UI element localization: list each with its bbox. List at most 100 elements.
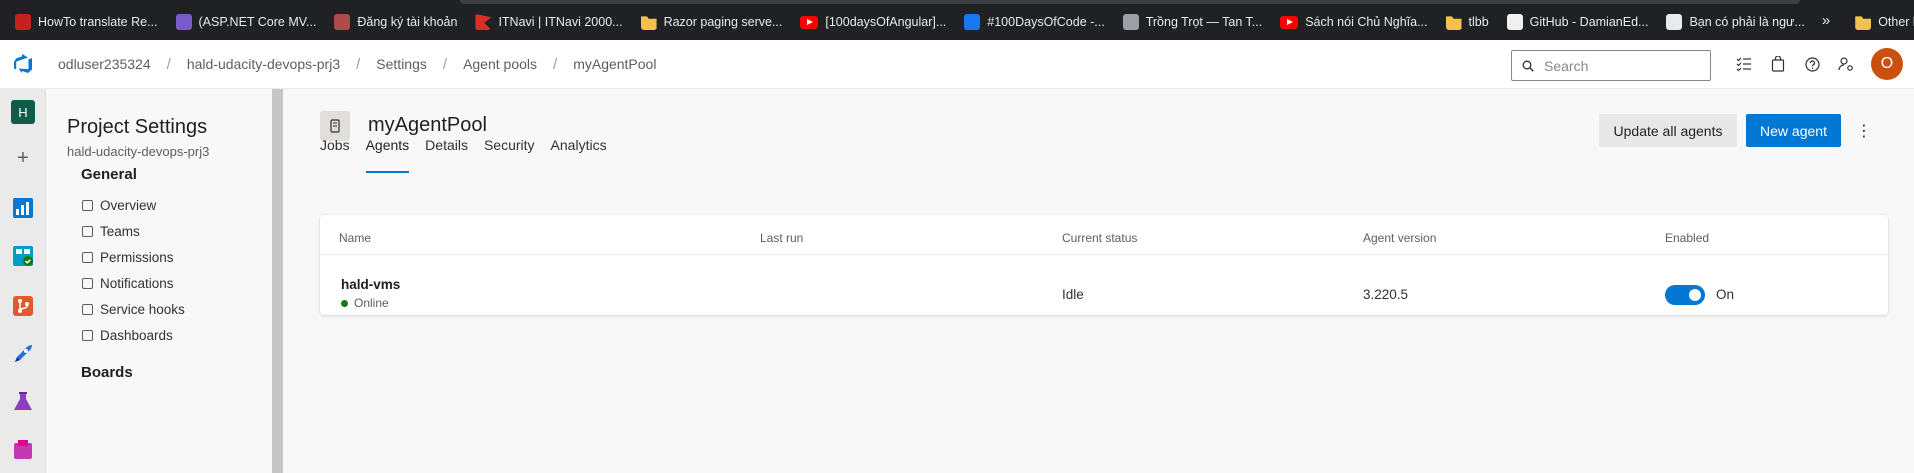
bookmark-item[interactable]: GitHub - DamianEd...	[1498, 8, 1658, 36]
boards-icon[interactable]	[11, 244, 35, 268]
sidebar-scrollbar[interactable]	[272, 89, 283, 473]
facebook-icon	[964, 14, 981, 30]
page-title: myAgentPool	[368, 114, 487, 136]
azure-devops-logo-icon[interactable]	[0, 40, 46, 88]
flag-icon	[475, 14, 492, 30]
service-hooks-icon	[82, 304, 93, 315]
sidebar-item-dashboards[interactable]: Dashboards	[82, 328, 173, 343]
marketplace-bag-icon[interactable]	[1767, 53, 1789, 75]
globe-icon	[1122, 14, 1139, 30]
folder-icon	[640, 16, 657, 30]
doc-icon	[1666, 14, 1683, 30]
column-header-agent-version[interactable]: Agent version	[1363, 231, 1436, 245]
dashboards-icon	[82, 330, 93, 341]
bookmark-item[interactable]: Razor paging serve...	[632, 8, 792, 36]
sidebar-title: Project Settings	[67, 116, 208, 138]
bookmark-item[interactable]: tlbb	[1437, 8, 1498, 36]
more-actions-icon[interactable]: ⋮	[1856, 119, 1872, 143]
new-agent-button[interactable]: New agent	[1746, 114, 1841, 147]
column-header-current-status[interactable]: Current status	[1062, 231, 1137, 245]
header-divider	[320, 254, 1888, 255]
work-items-icon[interactable]	[1733, 53, 1755, 75]
main-content: myAgentPool Update all agents New agent …	[283, 89, 1914, 473]
sidebar-item-overview[interactable]: Overview	[82, 198, 156, 213]
github-icon	[1506, 14, 1523, 30]
folder-icon	[1855, 16, 1872, 30]
breadcrumb-pool[interactable]: myAgentPool	[573, 56, 656, 72]
agents-table: Name Last run Current status Agent versi…	[320, 215, 1888, 315]
breadcrumb-agent-pools[interactable]: Agent pools	[463, 56, 537, 72]
agent-status: Idle	[1062, 287, 1084, 302]
bookmark-item[interactable]: Đăng ký tài khoản	[325, 8, 466, 36]
tab-details[interactable]: Details	[425, 137, 468, 167]
add-icon[interactable]: +	[11, 146, 35, 170]
bookmark-item[interactable]: Sách nói Chủ Nghĩa...	[1271, 8, 1436, 36]
app-header: odluser235324 / hald-udacity-devops-prj3…	[0, 40, 1914, 89]
artifacts-icon[interactable]	[11, 438, 35, 462]
youtube-icon	[1280, 15, 1299, 29]
sidebar-item-permissions[interactable]: Permissions	[82, 250, 174, 265]
bookmark-item[interactable]: Trồng Trọt — Tan T...	[1114, 8, 1272, 36]
agent-name[interactable]: hald-vms	[341, 277, 400, 292]
repos-icon[interactable]	[11, 294, 35, 318]
section-boards[interactable]: Boards	[81, 364, 133, 381]
enabled-toggle[interactable]	[1665, 285, 1705, 305]
service-rail: H +	[0, 89, 46, 473]
agent-version: 3.220.5	[1363, 287, 1409, 302]
breadcrumb: odluser235324 / hald-udacity-devops-prj3…	[58, 56, 656, 73]
tab-strip-edge	[460, 0, 1800, 4]
permissions-icon	[82, 252, 93, 263]
test-plans-icon[interactable]	[11, 390, 35, 414]
agent-state: Online	[341, 296, 389, 310]
sidebar-item-notifications[interactable]: Notifications	[82, 276, 174, 291]
pipelines-icon[interactable]	[11, 342, 35, 366]
folder-icon	[1445, 16, 1462, 30]
column-header-name[interactable]: Name	[339, 231, 371, 245]
bookmark-item[interactable]: Bạn có phải là ngư...	[1657, 8, 1813, 36]
breadcrumb-separator: /	[442, 55, 448, 73]
enabled-label: On	[1716, 287, 1735, 302]
settings-sidebar: Project Settings hald-udacity-devops-prj…	[46, 89, 272, 473]
bookmark-item[interactable]: [100daysOfAngular]...	[791, 8, 955, 36]
column-header-last-run[interactable]: Last run	[760, 231, 803, 245]
column-header-enabled[interactable]: Enabled	[1665, 231, 1709, 245]
breadcrumb-organization[interactable]: odluser235324	[58, 56, 151, 72]
bookmark-item[interactable]: #100DaysOfCode -...	[955, 8, 1113, 36]
tab-security[interactable]: Security	[484, 137, 535, 167]
notifications-icon	[82, 278, 93, 289]
avatar[interactable]: O	[1871, 48, 1903, 80]
tab-analytics[interactable]: Analytics	[551, 137, 607, 167]
youtube-icon	[800, 15, 819, 29]
sidebar-item-teams[interactable]: Teams	[82, 224, 140, 239]
sidebar-item-service-hooks[interactable]: Service hooks	[82, 302, 185, 317]
red-circle-icon	[15, 14, 31, 30]
overview-icon	[82, 200, 93, 211]
user-settings-icon[interactable]	[1835, 53, 1857, 75]
tab-agents[interactable]: Agents	[365, 137, 409, 173]
bookmarks-overflow-button[interactable]: »	[1822, 12, 1830, 29]
breadcrumb-project[interactable]: hald-udacity-devops-prj3	[187, 56, 340, 72]
breadcrumb-separator: /	[166, 55, 171, 73]
breadcrumb-separator: /	[356, 55, 361, 73]
cloud-icon	[334, 14, 351, 30]
update-all-agents-button[interactable]: Update all agents	[1599, 114, 1737, 147]
help-icon[interactable]	[1801, 53, 1823, 75]
search-box[interactable]	[1511, 50, 1711, 81]
bookmark-item[interactable]: HowTo translate Re...	[6, 8, 167, 36]
teams-icon	[82, 226, 93, 237]
netcore-icon	[175, 14, 192, 30]
tab-jobs[interactable]: Jobs	[320, 137, 350, 167]
search-icon	[1522, 60, 1534, 72]
pool-tabs: Jobs Agents Details Security Analytics	[320, 137, 607, 173]
bookmark-item[interactable]: ITNavi | ITNavi 2000...	[466, 8, 631, 36]
breadcrumb-settings[interactable]: Settings	[376, 56, 427, 72]
breadcrumb-separator: /	[553, 55, 558, 73]
search-input[interactable]	[1544, 57, 1694, 74]
other-bookmarks-folder[interactable]: Other bookmarks	[1846, 8, 1914, 36]
toggle-knob	[1689, 289, 1701, 301]
bookmark-item[interactable]: (ASP.NET Core MV...	[167, 8, 326, 36]
bookmarks-bar: HowTo translate Re... (ASP.NET Core MV..…	[0, 0, 1914, 40]
section-general[interactable]: General	[81, 166, 137, 183]
project-badge[interactable]: H	[11, 100, 35, 124]
overview-icon[interactable]	[11, 196, 35, 220]
